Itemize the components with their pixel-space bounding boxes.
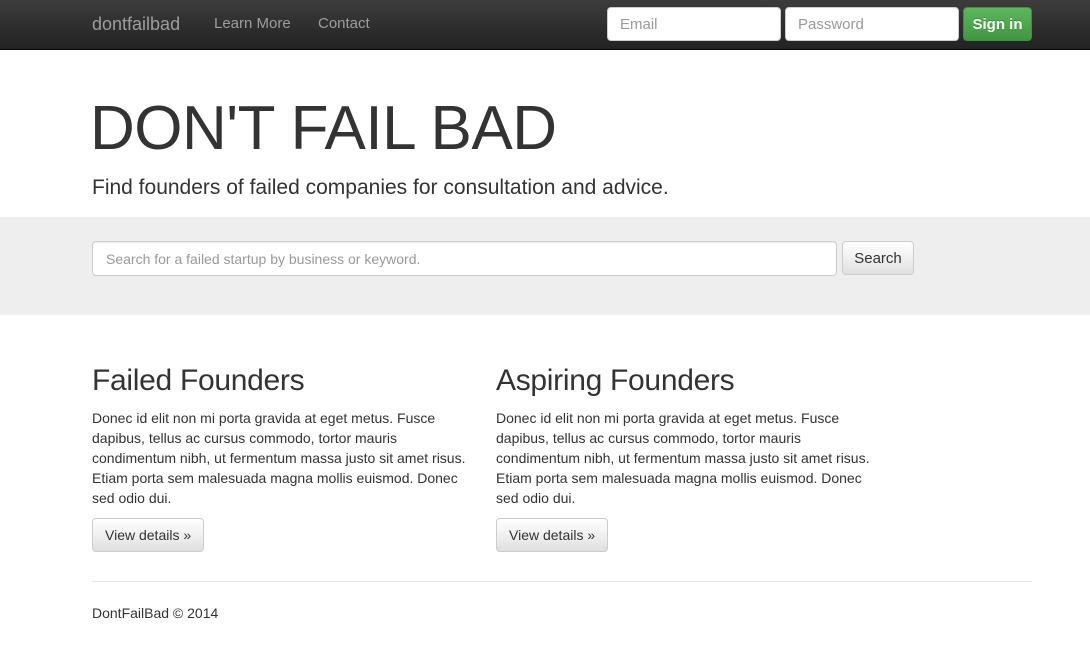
- search-input[interactable]: [92, 241, 837, 276]
- nav-link-contact[interactable]: Contact: [318, 15, 370, 33]
- email-field[interactable]: [607, 7, 781, 41]
- navbar: dontfailbad Learn More Contact Sign in: [0, 0, 1090, 50]
- column-body: Donec id elit non mi porta gravida at eg…: [92, 410, 466, 506]
- aspiring-founders-column: Aspiring Founders Donec id elit non mi p…: [496, 362, 876, 552]
- search-button[interactable]: Search: [842, 241, 914, 275]
- brand-link[interactable]: dontfailbad: [92, 14, 180, 34]
- footer-copyright: DontFailBad © 2014: [92, 605, 219, 621]
- view-details-button[interactable]: View details »: [496, 518, 609, 552]
- footer-divider: [92, 581, 1032, 582]
- column-heading: Failed Founders: [92, 364, 305, 397]
- column-heading: Aspiring Founders: [496, 364, 735, 397]
- column-body: Donec id elit non mi porta gravida at eg…: [496, 410, 870, 506]
- sign-in-button[interactable]: Sign in: [963, 7, 1032, 41]
- password-field[interactable]: [785, 7, 959, 41]
- hero-title: DON'T FAIL BAD: [90, 94, 557, 163]
- hero-subtitle: Find founders of failed companies for co…: [92, 176, 669, 199]
- nav-link-learn-more[interactable]: Learn More: [214, 15, 291, 33]
- failed-founders-column: Failed Founders Donec id elit non mi por…: [92, 362, 472, 552]
- search-band: Search: [0, 217, 1090, 315]
- view-details-button[interactable]: View details »: [92, 518, 205, 552]
